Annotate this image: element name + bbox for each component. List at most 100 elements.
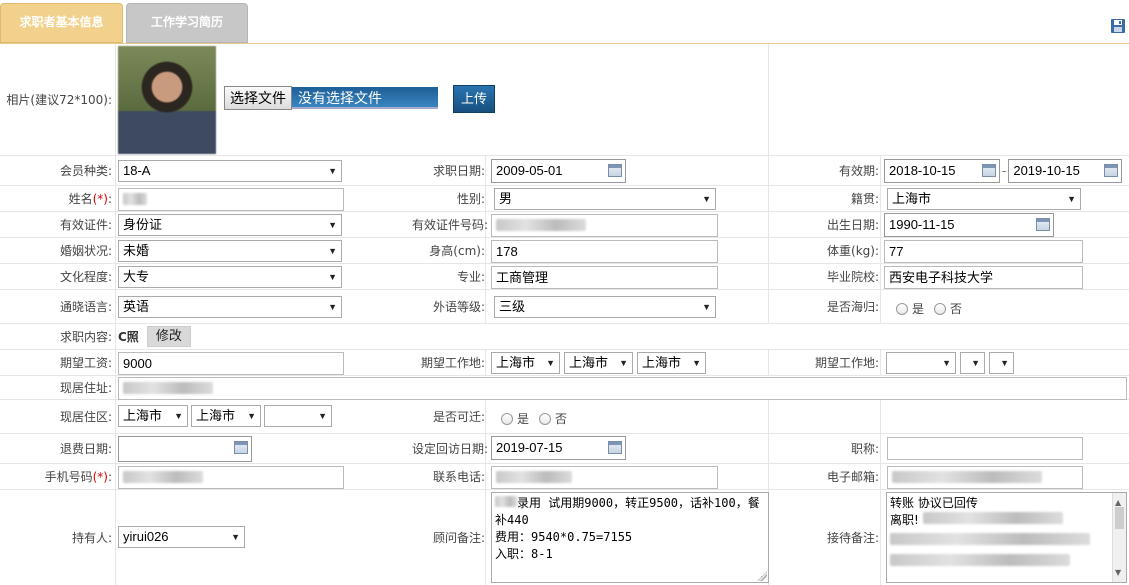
id-number-label: 有效证件号码: — [411, 218, 488, 232]
photo-label: 相片(建议72*100): — [6, 93, 112, 107]
expected2-city-select[interactable] — [960, 352, 985, 374]
job-title-input[interactable] — [887, 437, 1083, 460]
valid-start-input[interactable]: 2018-10-15 — [884, 159, 1000, 183]
tab-basic-info[interactable]: 求职者基本信息 — [0, 3, 123, 43]
consultant-note-textarea[interactable]: 录用 试用期9000，转正9500，话补100，餐补440 费用：9540*0.… — [491, 492, 769, 583]
relocate-yes-radio[interactable]: 是 — [501, 410, 529, 427]
member-type-select[interactable]: 18-A — [118, 160, 342, 182]
job-content-value: C照 — [118, 330, 139, 344]
notes-scrollbar[interactable]: ▲ ▼ — [1112, 493, 1126, 582]
refund-date-input[interactable] — [118, 436, 252, 462]
expected-salary-input[interactable]: 9000 — [118, 352, 344, 375]
expected-province-select[interactable]: 上海市 — [491, 352, 560, 374]
current-area-label: 现居住区: — [59, 410, 112, 424]
current-city-select[interactable]: 上海市 — [191, 405, 261, 427]
row-current-area: 现居住区: 上海市 上海市 是否可迁: 是 否 — [0, 400, 1129, 434]
native-place-select[interactable]: 上海市 — [887, 188, 1081, 210]
applicant-photo — [118, 46, 216, 154]
valid-period-label: 有效期: — [838, 164, 879, 178]
row-member-type: 会员种类: 18-A 求职日期: 2009-05-01 有效期: 2018-10… — [0, 156, 1129, 186]
id-type-label: 有效证件: — [59, 218, 112, 232]
revisit-date-input[interactable]: 2019-07-15 — [491, 436, 626, 460]
phone-label: 联系电话: — [432, 470, 485, 484]
refund-date-label: 退费日期: — [59, 442, 112, 456]
holder-select[interactable]: yirui026 — [118, 526, 245, 548]
holder-label: 持有人: — [71, 531, 112, 545]
row-marital: 婚姻状况: 未婚 身高(cm): 178 体重(kg): 77 — [0, 238, 1129, 264]
returnee-no-radio[interactable]: 否 — [934, 300, 962, 317]
reception-note-label: 接待备注: — [826, 531, 879, 545]
expected2-district-select[interactable] — [989, 352, 1014, 374]
gender-select[interactable]: 男 — [494, 188, 716, 210]
expected-city-select[interactable]: 上海市 — [564, 352, 633, 374]
expected-location-label: 期望工作地: — [420, 356, 485, 370]
reception-note-textarea[interactable]: 转账 协议已回传 离职! ▲ ▼ — [886, 492, 1127, 583]
row-language: 通晓语言: 英语 外语等级: 三级 是否海归: 是 否 — [0, 290, 1129, 324]
marital-select[interactable]: 未婚 — [118, 240, 342, 262]
calendar-icon[interactable] — [608, 441, 622, 454]
calendar-icon[interactable] — [1036, 218, 1050, 231]
id-type-select[interactable]: 身份证 — [118, 214, 342, 236]
current-address-input[interactable] — [118, 377, 1127, 400]
lang-level-select[interactable]: 三级 — [494, 296, 716, 318]
language-label: 通晓语言: — [59, 300, 112, 314]
tab-work-study-resume[interactable]: 工作学习简历 — [126, 3, 248, 43]
consultant-note-label: 顾问备注: — [432, 531, 485, 545]
row-contact: 手机号码 (*): 联系电话: 电子邮箱: — [0, 464, 1129, 490]
choose-file-button[interactable]: 选择文件 — [224, 86, 292, 110]
phone-input[interactable] — [491, 466, 718, 489]
major-input[interactable]: 工商管理 — [491, 266, 718, 289]
upload-button[interactable]: 上传 — [453, 85, 495, 113]
calendar-icon[interactable] — [608, 164, 622, 177]
edit-job-content-button[interactable]: 修改 — [146, 326, 191, 347]
calendar-icon[interactable] — [234, 441, 248, 454]
language-select[interactable]: 英语 — [118, 296, 342, 318]
current-address-label: 现居住址: — [59, 381, 112, 395]
relocate-label: 是否可迁: — [432, 410, 485, 424]
education-select[interactable]: 大专 — [118, 266, 342, 288]
gender-label: 性别: — [456, 192, 485, 206]
major-label: 专业: — [456, 270, 485, 284]
row-refund-date: 退费日期: 设定回访日期: 2019-07-15 职称: — [0, 434, 1129, 464]
row-name: 姓名(*): 性别: 男 籍贯: 上海市 — [0, 186, 1129, 212]
current-district-select[interactable] — [264, 405, 332, 427]
email-label: 电子邮箱: — [826, 470, 879, 484]
expected-district-select[interactable]: 上海市 — [637, 352, 706, 374]
id-number-input[interactable] — [491, 214, 718, 237]
mobile-input[interactable] — [118, 466, 344, 489]
expected2-province-select[interactable] — [886, 352, 956, 374]
current-province-select[interactable]: 上海市 — [118, 405, 188, 427]
height-input[interactable]: 178 — [491, 240, 718, 263]
calendar-icon[interactable] — [982, 164, 996, 177]
row-photo: 相片(建议72*100): 选择文件 没有选择文件 上传 — [0, 44, 1129, 156]
name-input[interactable] — [118, 188, 344, 211]
email-input[interactable] — [887, 466, 1083, 489]
native-place-label: 籍贯: — [850, 192, 879, 206]
row-current-address: 现居住址: — [0, 376, 1129, 400]
job-date-input[interactable]: 2009-05-01 — [491, 159, 626, 183]
job-title-label: 职称: — [850, 442, 879, 456]
birth-date-input[interactable]: 1990-11-15 — [884, 213, 1054, 237]
file-status: 没有选择文件 — [292, 87, 438, 109]
job-content-label: 求职内容: — [59, 330, 112, 344]
relocate-no-radio[interactable]: 否 — [539, 410, 567, 427]
row-expected-salary: 期望工资: 9000 期望工作地: 上海市 上海市 上海市 期望工作地: — [0, 350, 1129, 376]
resize-grip[interactable] — [757, 571, 767, 581]
row-job-content: 求职内容: C照 修改 — [0, 324, 1129, 350]
mobile-label: 手机号码 (*): — [44, 469, 112, 485]
school-input[interactable]: 西安电子科技大学 — [884, 266, 1083, 289]
school-label: 毕业院校: — [826, 270, 879, 284]
job-date-label: 求职日期: — [432, 164, 485, 178]
height-label: 身高(cm): — [429, 244, 485, 258]
save-icon[interactable] — [1110, 18, 1126, 34]
name-label: 姓名 (*): — [68, 191, 112, 207]
returnee-yes-radio[interactable]: 是 — [896, 300, 924, 317]
revisit-date-label: 设定回访日期: — [411, 442, 488, 456]
weight-input[interactable]: 77 — [884, 240, 1083, 263]
valid-end-input[interactable]: 2019-10-15 — [1008, 159, 1123, 183]
marital-label: 婚姻状况: — [59, 244, 112, 258]
calendar-icon[interactable] — [1104, 164, 1119, 177]
row-notes: 持有人: yirui026 顾问备注: 录用 试用期9000，转正9500，话补… — [0, 490, 1129, 585]
row-education: 文化程度: 大专 专业: 工商管理 毕业院校: 西安电子科技大学 — [0, 264, 1129, 290]
row-id: 有效证件: 身份证 有效证件号码: 出生日期: 1990-11-15 — [0, 212, 1129, 238]
